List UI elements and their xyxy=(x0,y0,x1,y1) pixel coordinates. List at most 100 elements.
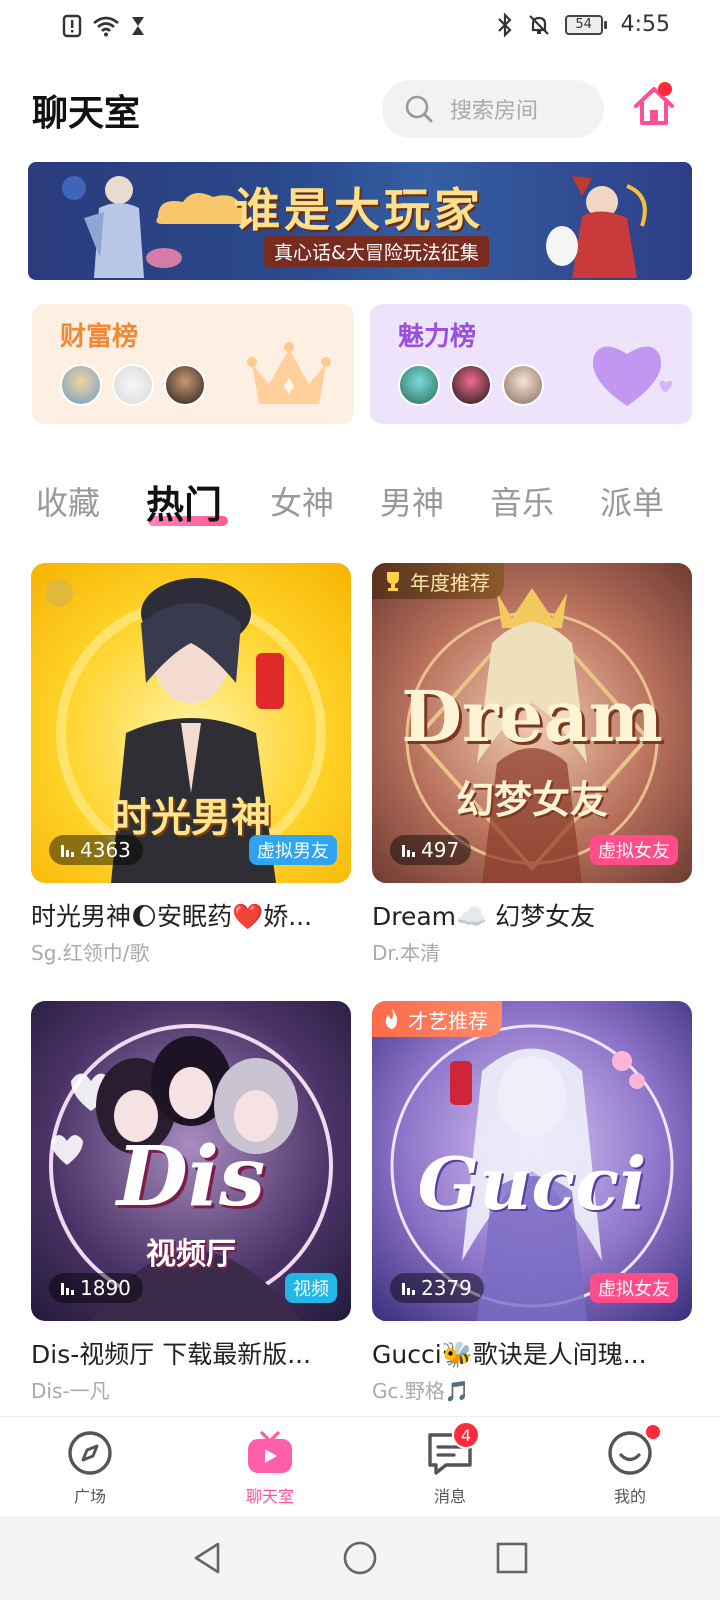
trophy-icon xyxy=(387,572,399,591)
room-host: Dr.本清 xyxy=(372,941,441,965)
back-icon[interactable] xyxy=(188,1538,228,1578)
room-host: Dis-一凡 xyxy=(31,1379,110,1403)
viewer-count-value: 1890 xyxy=(80,1276,131,1300)
compass-icon xyxy=(64,1427,116,1479)
room-cover-title: Gucci xyxy=(417,1141,647,1226)
hourglass-icon xyxy=(132,17,144,35)
room-title: Dis-视频厅 下载最新版... xyxy=(31,1340,312,1369)
avatar[interactable] xyxy=(112,364,154,406)
bluetooth-icon xyxy=(497,12,512,37)
tab-favorites[interactable]: 收藏 xyxy=(36,478,100,524)
viewer-count: 497 xyxy=(390,835,472,865)
tab-male-god[interactable]: 男神 xyxy=(380,478,444,524)
room-cover[interactable]: 时光男神 4363 虚拟男友 xyxy=(31,563,351,883)
nav-label: 广场 xyxy=(73,1487,106,1506)
search-placeholder: 搜索房间 xyxy=(450,99,539,124)
avatar[interactable] xyxy=(164,364,206,406)
nav-chatroom[interactable]: 聊天室 xyxy=(220,1427,320,1507)
nav-label: 我的 xyxy=(613,1487,646,1506)
page-title: 聊天室 xyxy=(32,93,141,134)
nav-messages[interactable]: 4 消息 xyxy=(400,1421,500,1507)
charm-ranking-card[interactable]: 魅力榜 xyxy=(370,304,692,424)
viewer-count-value: 497 xyxy=(421,838,460,862)
avatar[interactable] xyxy=(398,364,440,406)
room-tag: 虚拟女友 xyxy=(590,1273,678,1303)
avatar[interactable] xyxy=(450,364,492,406)
banner-subtitle: 真心话&大冒险玩法征集 xyxy=(264,236,489,267)
tab-goddess[interactable]: 女神 xyxy=(270,478,334,524)
search-bar[interactable]: 搜索房间 xyxy=(382,80,604,138)
home-circle-icon[interactable] xyxy=(340,1538,380,1578)
recents-icon[interactable] xyxy=(492,1538,532,1578)
bottom-nav: 广场 聊天室 4 消息 我的 xyxy=(0,1416,720,1516)
room-cover-subtitle: 视频厅 xyxy=(146,1237,236,1272)
nav-label: 聊天室 xyxy=(245,1487,294,1506)
fire-icon xyxy=(385,1009,398,1029)
room-tag: 虚拟男友 xyxy=(249,835,337,865)
charm-ranking-title: 魅力榜 xyxy=(398,322,477,352)
search-icon xyxy=(405,95,433,123)
signal-bars-icon xyxy=(61,843,74,857)
room-card[interactable]: 才艺推荐 Gucci 2379 虚拟女友 Gucci🐝歌诀是人间瑰... Gc.… xyxy=(372,1001,692,1404)
home-notification-dot xyxy=(658,82,672,96)
system-nav-bar xyxy=(0,1516,720,1600)
avatar[interactable] xyxy=(502,364,544,406)
nav-profile[interactable]: 我的 xyxy=(580,1425,680,1507)
room-host: Gc.野格🎵 xyxy=(372,1379,470,1403)
profile-icon xyxy=(604,1425,660,1479)
room-tag: 虚拟女友 xyxy=(590,835,678,865)
room-tag: 视频 xyxy=(285,1273,337,1303)
viewer-count: 4363 xyxy=(49,835,143,865)
viewer-count: 1890 xyxy=(49,1273,143,1303)
tab-music[interactable]: 音乐 xyxy=(490,478,554,524)
alert-icon xyxy=(62,14,82,38)
room-host: Sg.红领巾/歌 xyxy=(31,941,150,965)
crown-icon xyxy=(247,342,331,404)
viewer-count: 2379 xyxy=(390,1273,484,1303)
status-bar: 54 4:55 xyxy=(0,0,720,56)
promo-banner[interactable]: 谁是大玩家 真心话&大冒险玩法征集 xyxy=(28,162,692,280)
banner-character-right xyxy=(546,176,647,278)
viewer-count-value: 2379 xyxy=(421,1276,472,1300)
wealth-ranking-title: 财富榜 xyxy=(60,322,139,352)
wifi-icon xyxy=(93,16,119,37)
message-icon: 4 xyxy=(424,1421,480,1479)
category-tabs: 收藏 热门 女神 男神 音乐 派单 xyxy=(0,478,720,538)
mute-icon xyxy=(528,14,549,35)
room-card[interactable]: Dis 视频厅 1890 视频 Dis-视频厅 下载最新版... Dis-一凡 xyxy=(31,1001,351,1404)
room-cover-subtitle: 幻梦女友 xyxy=(455,777,608,822)
nav-square[interactable]: 广场 xyxy=(40,1427,140,1507)
room-title: 时光男神🌔安眠药❤️娇... xyxy=(31,902,313,931)
banner-title: 谁是大玩家 xyxy=(234,183,484,237)
tab-orders[interactable]: 派单 xyxy=(600,478,664,524)
battery-indicator: 54 xyxy=(564,14,607,35)
signal-bars-icon xyxy=(402,843,415,857)
clock: 4:55 xyxy=(620,12,670,37)
signal-bars-icon xyxy=(402,1281,415,1295)
room-cover[interactable]: Dis 视频厅 1890 视频 xyxy=(31,1001,351,1321)
room-title: Dream☁️ 幻梦女友 xyxy=(372,902,596,931)
room-card[interactable]: 时光男神 4363 虚拟男友 时光男神🌔安眠药❤️娇... Sg.红领巾/歌 xyxy=(31,563,351,966)
battery-level: 54 xyxy=(564,14,603,35)
room-badge: 才艺推荐 xyxy=(372,1001,502,1037)
nav-label: 消息 xyxy=(433,1487,466,1506)
profile-notification-dot xyxy=(646,1425,660,1439)
room-cover[interactable]: 才艺推荐 Gucci 2379 虚拟女友 xyxy=(372,1001,692,1321)
room-cover-title: Dream xyxy=(401,675,663,758)
avatar[interactable] xyxy=(60,364,102,406)
room-badge-label: 年度推荐 xyxy=(410,570,490,595)
unread-badge: 4 xyxy=(452,1421,480,1449)
tv-icon xyxy=(244,1427,296,1479)
wealth-ranking-card[interactable]: 财富榜 xyxy=(32,304,354,424)
room-cover-title: Dis xyxy=(116,1129,266,1225)
heart-icon xyxy=(592,346,672,406)
home-button[interactable] xyxy=(632,82,682,134)
room-badge-label: 才艺推荐 xyxy=(408,1008,488,1033)
room-card[interactable]: 年度推荐 Dream 幻梦女友 497 虚拟女友 Dream☁️ 幻梦女友 Dr… xyxy=(372,563,692,966)
room-cover[interactable]: 年度推荐 Dream 幻梦女友 497 虚拟女友 xyxy=(372,563,692,883)
room-badge: 年度推荐 xyxy=(372,563,504,599)
signal-bars-icon xyxy=(61,1281,74,1295)
room-title: Gucci🐝歌诀是人间瑰... xyxy=(372,1340,647,1369)
viewer-count-value: 4363 xyxy=(80,838,131,862)
tab-hot[interactable]: 热门 xyxy=(146,474,222,529)
